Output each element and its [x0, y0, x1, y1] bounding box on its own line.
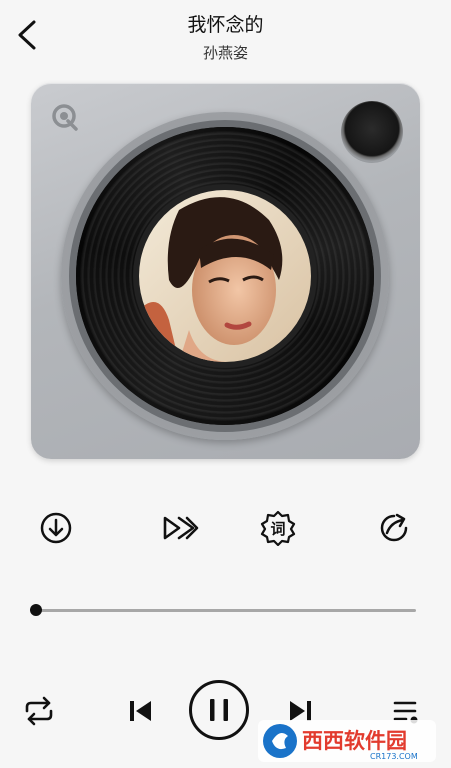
watermark-sub-text: CR173.COM [370, 752, 418, 761]
previous-button[interactable] [128, 698, 154, 724]
lyrics-button[interactable]: 词 [260, 510, 296, 547]
camera-knob [341, 101, 403, 163]
lyrics-badge-icon: 词 [260, 510, 296, 547]
lyrics-glyph: 词 [270, 520, 285, 538]
download-button[interactable] [39, 511, 73, 545]
site-watermark: 西西软件园 CR173.COM [258, 718, 436, 764]
fast-forward-button[interactable] [161, 511, 201, 545]
watermark-main-text: 西西软件园 [302, 729, 407, 753]
share-button[interactable] [377, 511, 411, 545]
share-icon [380, 513, 408, 542]
song-title: 我怀念的 [187, 14, 264, 36]
repeat-icon [25, 696, 53, 726]
artist-name: 孙燕姿 [202, 44, 248, 62]
album-cover [139, 190, 311, 362]
fast-forward-icon [163, 516, 199, 540]
q-logo-icon [51, 102, 79, 132]
skip-previous-icon [130, 701, 151, 721]
repeat-button[interactable] [22, 696, 56, 726]
progress-thumb[interactable] [30, 604, 42, 616]
progress-bar[interactable] [36, 609, 416, 612]
pause-icon [210, 699, 228, 721]
download-icon [40, 512, 72, 544]
pause-button[interactable] [189, 680, 249, 740]
